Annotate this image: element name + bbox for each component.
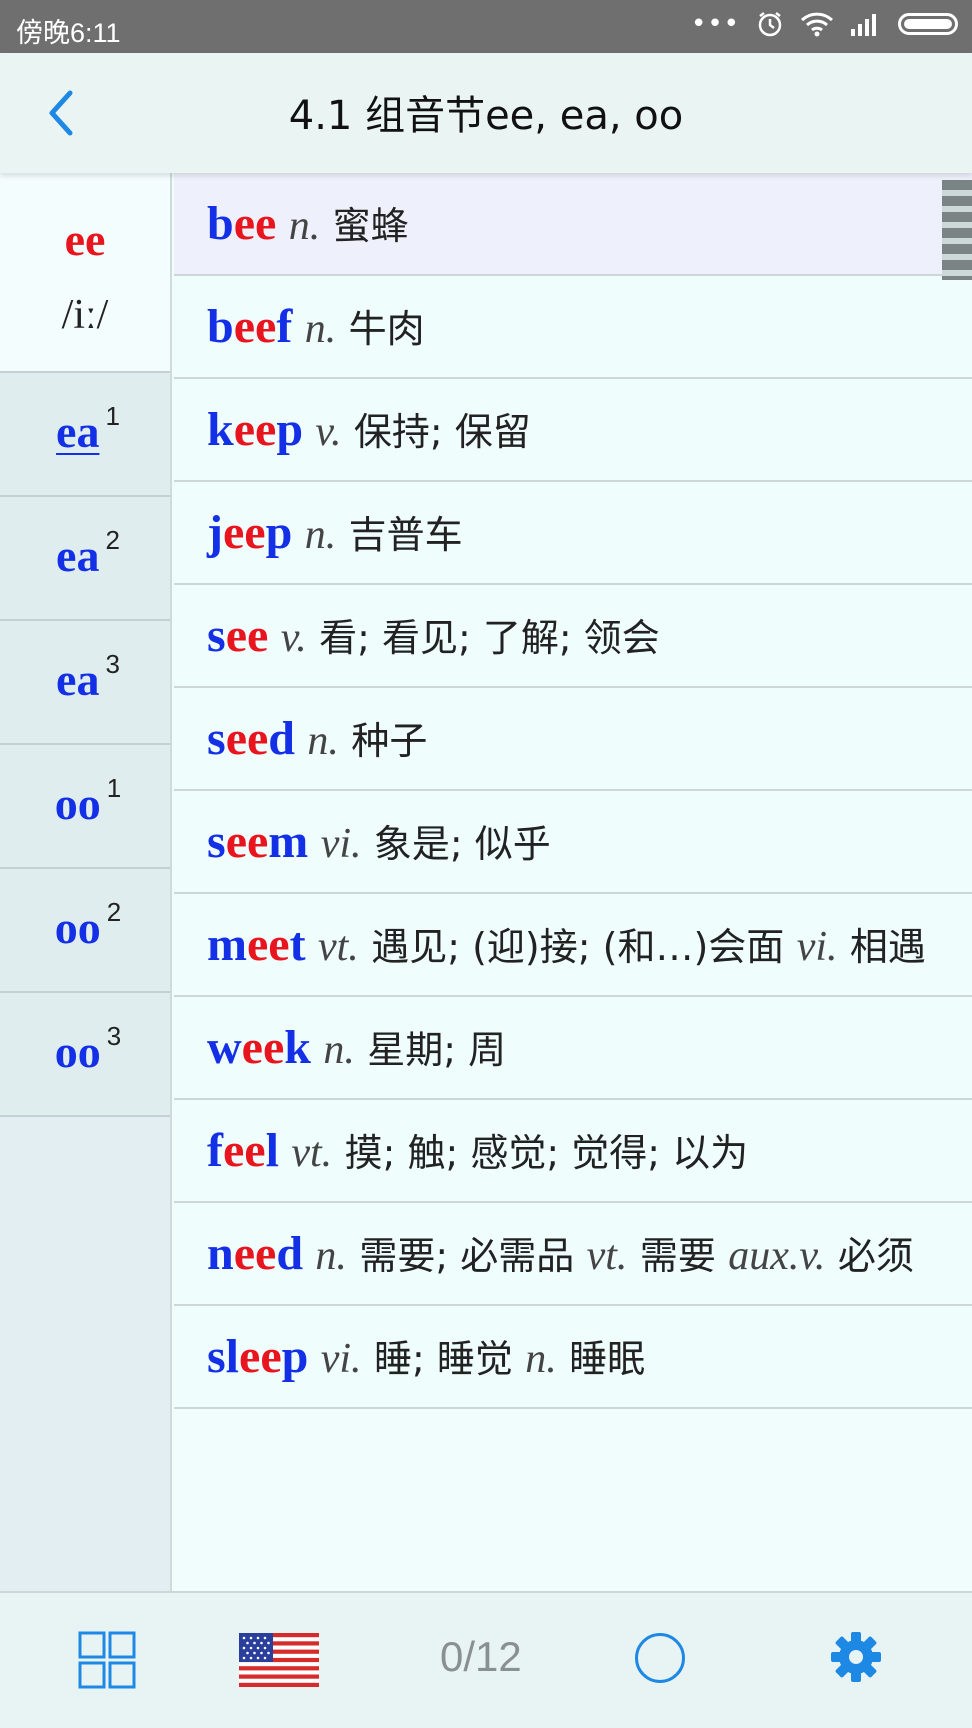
status-time: 傍晚6:11: [16, 18, 121, 48]
sidebar-item-superscript: 3: [106, 1021, 122, 1051]
pattern-sidebar: ee /iː/ ea 1 ea 2 ea 3 oo 1 oo 2 oo 3: [0, 173, 172, 1591]
word: need: [207, 1227, 304, 1280]
list-item[interactable]: feel vt. 摸; 触; 感觉; 觉得; 以为: [174, 1100, 972, 1203]
sidebar-item-ee[interactable]: ee /iː/: [0, 173, 170, 373]
word-list[interactable]: bee n. 蜜蜂 beef n. 牛肉 keep v. 保持; 保留 jeep…: [174, 173, 972, 1591]
word: beef: [207, 300, 293, 353]
sidebar-item-superscript: 1: [105, 401, 120, 431]
battery-icon: [898, 13, 958, 35]
definition: 星期; 周: [367, 1028, 507, 1072]
notification-dots-icon: •••: [690, 9, 740, 39]
list-item[interactable]: bee n. 蜜蜂: [174, 173, 972, 276]
definition: 遇见; (迎)接; (和…)会面: [371, 925, 785, 969]
part-of-speech: vt.: [317, 924, 359, 970]
part-of-speech: vt.: [291, 1130, 333, 1176]
list-item[interactable]: beef n. 牛肉: [174, 276, 972, 379]
definition: 睡眠: [569, 1337, 646, 1381]
definition: 蜜蜂: [332, 204, 409, 248]
definition: 睡; 睡觉: [373, 1337, 513, 1381]
part-of-speech: vi.: [320, 1336, 362, 1382]
definition: 需要; 必需品: [359, 1234, 575, 1278]
list-item[interactable]: keep v. 保持; 保留: [174, 379, 972, 482]
definition: 相遇: [849, 925, 926, 969]
part-of-speech: n.: [304, 512, 337, 558]
scrollbar-thumb[interactable]: [942, 180, 972, 280]
word: jeep: [207, 506, 293, 559]
list-item[interactable]: see v. 看; 看见; 了解; 领会: [174, 585, 972, 688]
word: see: [207, 609, 269, 662]
sidebar-item-oo-2[interactable]: oo 2: [0, 869, 170, 993]
definition: 摸; 触; 感觉; 觉得; 以为: [344, 1131, 749, 1175]
part-of-speech: n.: [315, 1233, 347, 1279]
part-of-speech: vi.: [796, 924, 838, 970]
status-bar: 傍晚6:11 •••: [0, 0, 972, 53]
list-item[interactable]: seem vi. 象是; 似乎: [174, 791, 972, 894]
page-title: 4.1 组音节ee, ea, oo: [288, 93, 684, 139]
part-of-speech: v.: [315, 409, 342, 455]
sidebar-item-label: ea: [56, 530, 100, 581]
word: meet: [207, 918, 306, 971]
sidebar-item-oo-1[interactable]: oo 1: [0, 745, 170, 869]
part-of-speech: vt.: [586, 1233, 628, 1279]
word: bee: [207, 197, 277, 250]
us-flag-icon[interactable]: [239, 1633, 319, 1687]
part-of-speech: aux.v.: [728, 1233, 826, 1279]
alarm-icon: [758, 12, 782, 37]
sidebar-item-superscript: 2: [105, 525, 120, 555]
grid-icon[interactable]: [78, 1631, 136, 1689]
part-of-speech: n.: [323, 1027, 355, 1073]
list-item[interactable]: meet vt. 遇见; (迎)接; (和…)会面 vi. 相遇: [174, 894, 972, 997]
word: feel: [207, 1124, 279, 1177]
sidebar-item-superscript: 2: [106, 897, 122, 927]
sidebar-item-ipa: /iː/: [61, 292, 109, 338]
definition: 需要: [639, 1234, 716, 1278]
list-item[interactable]: jeep n. 吉普车: [174, 482, 972, 585]
bottom-toolbar: 0/12: [0, 1591, 972, 1728]
sidebar-item-ea-1[interactable]: ea 1: [0, 373, 170, 497]
sidebar-item-label: ea: [56, 654, 100, 705]
sidebar-item-label: oo: [54, 1026, 101, 1077]
sidebar-item-superscript: 3: [105, 649, 120, 679]
gear-icon[interactable]: [830, 1631, 882, 1683]
signal-icon: [851, 14, 876, 36]
sidebar-item-label: ee: [64, 214, 106, 265]
definition: 必须: [837, 1234, 914, 1278]
part-of-speech: n.: [288, 203, 321, 249]
part-of-speech: n.: [304, 306, 337, 352]
part-of-speech: v.: [280, 615, 307, 661]
part-of-speech: vi.: [320, 821, 362, 867]
word: sleep: [207, 1330, 309, 1383]
list-item[interactable]: need n. 需要; 必需品 vt. 需要 aux.v. 必须: [174, 1203, 972, 1306]
sidebar-item-label: oo: [54, 778, 101, 829]
definition: 吉普车: [348, 513, 463, 557]
list-item[interactable]: week n. 星期; 周: [174, 997, 972, 1100]
definition: 牛肉: [348, 307, 425, 351]
word: seed: [207, 712, 295, 765]
app-header: 4.1 组音节ee, ea, oo: [0, 53, 972, 173]
sidebar-item-label: ea: [56, 406, 100, 457]
list-item[interactable]: seed n. 种子: [174, 688, 972, 791]
definition: 看; 看见; 了解; 领会: [319, 616, 660, 660]
word: keep: [207, 403, 304, 456]
list-item[interactable]: sleep vi. 睡; 睡觉 n. 睡眠: [174, 1306, 972, 1409]
definition: 种子: [351, 719, 428, 763]
sidebar-item-label: oo: [54, 902, 101, 953]
definition: 象是; 似乎: [373, 822, 551, 866]
progress-counter: 0/12: [440, 1633, 522, 1680]
part-of-speech: n.: [307, 718, 339, 764]
status-icons: •••: [691, 10, 958, 38]
definition: 保持; 保留: [353, 410, 531, 454]
sidebar-item-ea-3[interactable]: ea 3: [0, 621, 170, 745]
sidebar-item-ea-2[interactable]: ea 2: [0, 497, 170, 621]
part-of-speech: n.: [525, 1336, 557, 1382]
wifi-icon: [800, 12, 834, 37]
word: week: [207, 1021, 311, 1074]
sidebar-item-superscript: 1: [106, 773, 122, 803]
word: seem: [207, 815, 309, 868]
sidebar-item-oo-3[interactable]: oo 3: [0, 993, 170, 1117]
record-circle-icon[interactable]: [635, 1633, 685, 1683]
